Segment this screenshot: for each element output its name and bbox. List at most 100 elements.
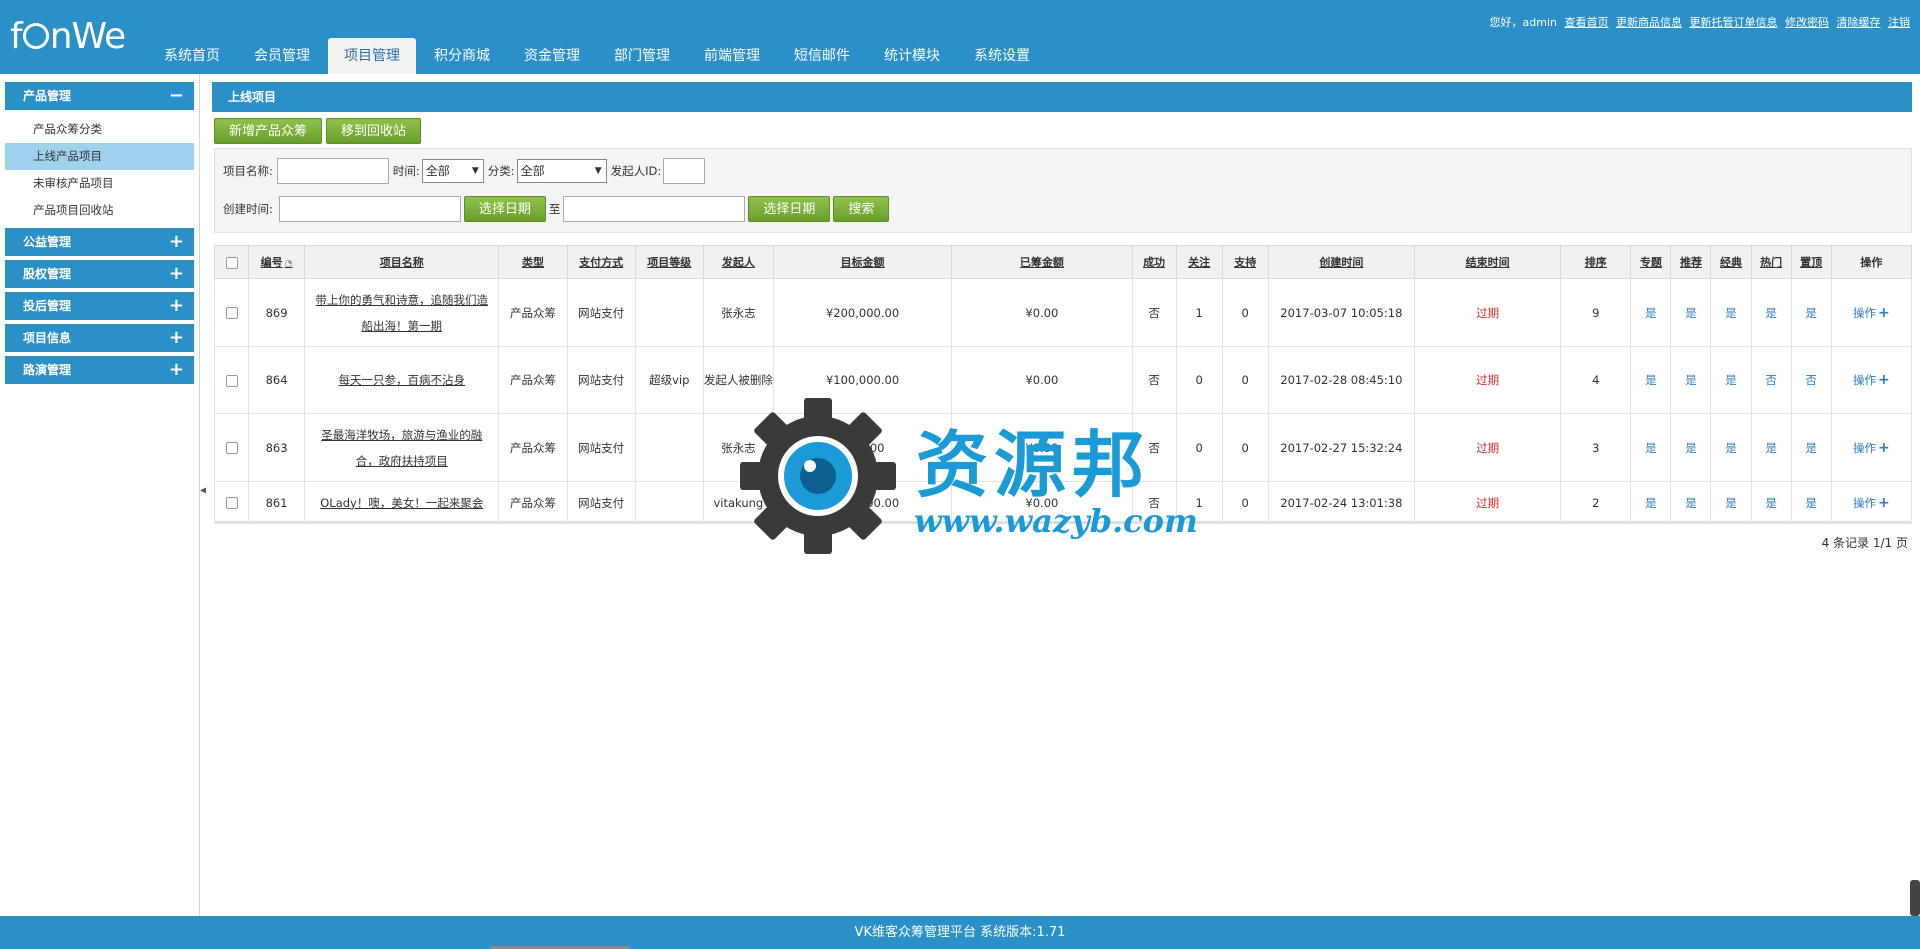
- pick-end-date-button[interactable]: 选择日期: [748, 196, 831, 222]
- sort-icon[interactable]: ◔: [285, 259, 293, 269]
- update-products-link[interactable]: 更新商品信息: [1616, 16, 1682, 29]
- sponsor-id-input[interactable]: [663, 158, 706, 184]
- col-hot[interactable]: 热门: [1750, 245, 1792, 279]
- sidebar-item-category[interactable]: 产品众筹分类: [5, 116, 194, 143]
- toggle-link[interactable]: 是: [1725, 441, 1737, 455]
- project-name-link[interactable]: 带上你的勇气和诗意，追随我们造船出海！第一期: [316, 293, 489, 333]
- nav-home[interactable]: 系统首页: [148, 38, 236, 74]
- pick-start-date-button[interactable]: 选择日期: [463, 196, 546, 222]
- toggle-link[interactable]: 是: [1645, 496, 1657, 510]
- toggle-link[interactable]: 否: [1765, 373, 1777, 387]
- toggle-link[interactable]: 是: [1645, 441, 1657, 455]
- move-to-recycle-button[interactable]: 移到回收站: [326, 118, 422, 144]
- expand-icon[interactable]: +: [169, 228, 184, 256]
- expand-icon[interactable]: +: [169, 356, 184, 384]
- row-checkbox[interactable]: [225, 497, 238, 509]
- col-id[interactable]: 编号 ◔: [248, 245, 306, 279]
- nav-projects[interactable]: 项目管理: [328, 38, 416, 74]
- toggle-link[interactable]: 是: [1765, 306, 1777, 320]
- toggle-link[interactable]: 是: [1805, 441, 1817, 455]
- change-password-link[interactable]: 修改密码: [1785, 16, 1829, 29]
- nav-departments[interactable]: 部门管理: [598, 38, 686, 74]
- nav-points-mall[interactable]: 积分商城: [418, 38, 506, 74]
- expand-icon[interactable]: +: [169, 324, 184, 352]
- search-button[interactable]: 搜索: [833, 196, 890, 222]
- col-created[interactable]: 创建时间: [1267, 245, 1416, 279]
- col-target[interactable]: 目标金额: [772, 245, 953, 279]
- add-crowdfunding-button[interactable]: 新增产品众筹: [214, 118, 323, 144]
- col-level[interactable]: 项目等级: [634, 245, 704, 279]
- row-actions-button[interactable]: 操作 +: [1853, 440, 1890, 456]
- col-sponsor[interactable]: 发起人: [702, 245, 774, 279]
- cell-pay: 网站支付: [566, 413, 636, 482]
- toggle-link[interactable]: 是: [1805, 306, 1817, 320]
- toggle-link[interactable]: 是: [1645, 306, 1657, 320]
- toggle-link[interactable]: 是: [1725, 496, 1737, 510]
- project-name-link[interactable]: 圣最海洋牧场，旅游与渔业的融合，政府扶持项目: [321, 428, 482, 468]
- col-support[interactable]: 支持: [1221, 245, 1269, 279]
- sidebar-item-online-projects[interactable]: 上线产品项目: [5, 143, 194, 170]
- clear-cache-link[interactable]: 清除缓存: [1837, 16, 1881, 29]
- col-name[interactable]: 项目名称: [304, 245, 500, 279]
- toggle-link[interactable]: 是: [1725, 373, 1737, 387]
- toggle-link[interactable]: 是: [1765, 496, 1777, 510]
- sidebar-group-equity[interactable]: 股权管理 +: [5, 260, 194, 288]
- row-actions-button[interactable]: 操作 +: [1853, 372, 1890, 388]
- col-topic[interactable]: 专题: [1630, 245, 1672, 279]
- toggle-link[interactable]: 是: [1645, 373, 1657, 387]
- row-checkbox[interactable]: [225, 374, 238, 387]
- view-home-link[interactable]: 查看首页: [1565, 16, 1609, 29]
- toggle-link[interactable]: 是: [1725, 306, 1737, 320]
- collapse-icon[interactable]: −: [169, 82, 184, 110]
- select-all-checkbox[interactable]: [225, 256, 238, 269]
- nav-settings[interactable]: 系统设置: [958, 38, 1046, 74]
- col-type[interactable]: 类型: [498, 245, 568, 279]
- row-checkbox[interactable]: [225, 307, 238, 319]
- sidebar-group-product[interactable]: 产品管理 −: [5, 82, 194, 110]
- project-name-input[interactable]: [276, 158, 389, 184]
- toggle-link[interactable]: 是: [1685, 306, 1697, 320]
- nav-funds[interactable]: 资金管理: [508, 38, 596, 74]
- nav-sms-email[interactable]: 短信邮件: [778, 38, 866, 74]
- col-follow[interactable]: 关注: [1175, 245, 1223, 279]
- created-start-input[interactable]: [278, 196, 461, 222]
- expand-icon[interactable]: +: [169, 260, 184, 288]
- col-end[interactable]: 结束时间: [1413, 245, 1562, 279]
- col-top[interactable]: 置顶: [1790, 245, 1832, 279]
- toggle-link[interactable]: 是: [1685, 373, 1697, 387]
- sidebar-group-charity[interactable]: 公益管理 +: [5, 228, 194, 256]
- expand-icon[interactable]: +: [169, 292, 184, 320]
- logout-link[interactable]: 注销: [1888, 16, 1910, 29]
- scrollbar-thumb[interactable]: [1910, 880, 1920, 916]
- sidebar-item-recycle-bin[interactable]: 产品项目回收站: [5, 197, 194, 224]
- toggle-link[interactable]: 是: [1805, 496, 1817, 510]
- col-classic[interactable]: 经典: [1710, 245, 1752, 279]
- toggle-link[interactable]: 是: [1685, 441, 1697, 455]
- col-pay[interactable]: 支付方式: [566, 245, 636, 279]
- sidebar-group-post-investment[interactable]: 投后管理 +: [5, 292, 194, 320]
- sidebar-item-unreviewed[interactable]: 未审核产品项目: [5, 170, 194, 197]
- toggle-link[interactable]: 是: [1685, 496, 1697, 510]
- toggle-link[interactable]: 是: [1765, 441, 1777, 455]
- col-success[interactable]: 成功: [1131, 245, 1177, 279]
- row-actions-button[interactable]: 操作 +: [1853, 495, 1890, 511]
- project-name-link[interactable]: 每天一只参，百病不沾身: [339, 373, 466, 387]
- time-select[interactable]: 全部 ▼: [421, 159, 484, 183]
- update-orders-link[interactable]: 更新托管订单信息: [1690, 16, 1778, 29]
- created-end-input[interactable]: [563, 196, 746, 222]
- sidebar-group-project-info[interactable]: 项目信息 +: [5, 324, 194, 352]
- row-checkbox[interactable]: [225, 442, 238, 454]
- nav-members[interactable]: 会员管理: [238, 38, 326, 74]
- cell-raised: ¥0.00: [951, 278, 1133, 347]
- nav-statistics[interactable]: 统计模块: [868, 38, 956, 74]
- col-sort[interactable]: 排序: [1560, 245, 1632, 279]
- nav-frontend[interactable]: 前端管理: [688, 38, 776, 74]
- col-raised[interactable]: 已筹金额: [951, 245, 1133, 279]
- toggle-link[interactable]: 否: [1805, 373, 1817, 387]
- category-select[interactable]: 全部 ▼: [516, 159, 607, 183]
- col-recommend[interactable]: 推荐: [1670, 245, 1712, 279]
- project-name-link[interactable]: OLady！噢，美女！一起来聚会: [320, 496, 483, 510]
- sidebar-group-roadshow[interactable]: 路演管理 +: [5, 356, 194, 384]
- app-logo[interactable]: f nWe: [10, 12, 140, 62]
- row-actions-button[interactable]: 操作 +: [1853, 305, 1890, 321]
